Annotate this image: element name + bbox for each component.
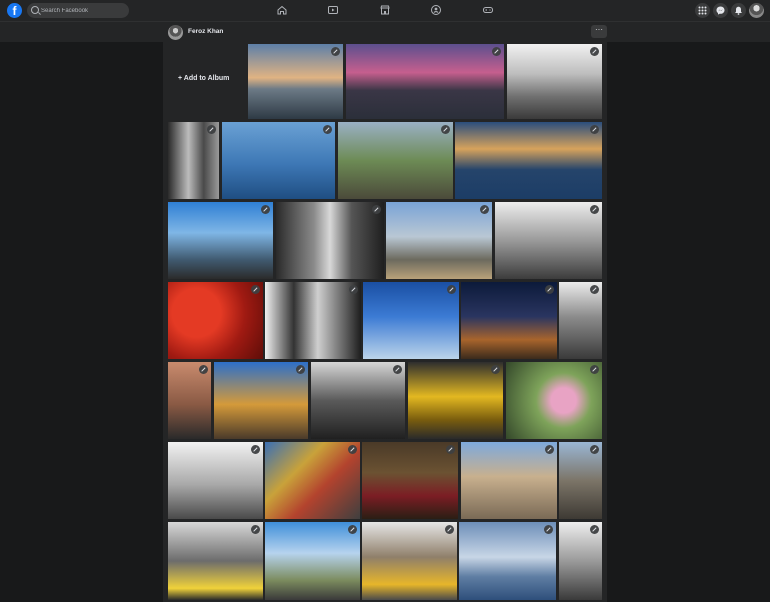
edit-photo-icon[interactable] [590, 205, 599, 214]
album-photo[interactable] [506, 362, 602, 439]
marketplace-icon[interactable] [379, 4, 391, 16]
album-photo[interactable] [265, 522, 360, 600]
album-photo[interactable] [459, 522, 556, 600]
album-photo[interactable] [408, 362, 503, 439]
edit-photo-icon[interactable] [590, 285, 599, 294]
edit-photo-icon[interactable] [545, 285, 554, 294]
album-photo[interactable] [168, 122, 219, 199]
edit-photo-icon[interactable] [480, 205, 489, 214]
profile-avatar[interactable] [168, 25, 183, 40]
album-photo[interactable] [495, 202, 602, 279]
album-photo[interactable] [338, 122, 453, 199]
profile-name[interactable]: Feroz Khan [188, 28, 223, 35]
album-photo[interactable] [168, 442, 263, 519]
edit-photo-icon[interactable] [393, 365, 402, 374]
edit-photo-icon[interactable] [331, 47, 340, 56]
album-photo[interactable] [507, 44, 602, 119]
album-photo[interactable] [362, 442, 458, 519]
notifications-icon [735, 6, 742, 15]
edit-photo-icon[interactable] [441, 125, 450, 134]
edit-photo-icon[interactable] [445, 525, 454, 534]
search-input[interactable] [41, 3, 125, 18]
album-photo[interactable] [214, 362, 308, 439]
account-avatar[interactable] [749, 3, 764, 18]
search-box[interactable] [27, 3, 129, 18]
edit-photo-icon[interactable] [447, 285, 456, 294]
album-photo[interactable] [461, 282, 557, 359]
album-photo[interactable] [222, 122, 335, 199]
album-photo[interactable] [168, 362, 211, 439]
menu-grid-icon [698, 6, 707, 15]
album-header-bar: Feroz Khan ··· [0, 22, 770, 42]
messenger-button[interactable] [713, 3, 728, 18]
edit-photo-icon[interactable] [323, 125, 332, 134]
home-icon[interactable] [276, 4, 288, 16]
album-photo[interactable] [362, 522, 457, 600]
more-options-button[interactable]: ··· [591, 25, 607, 38]
messenger-icon [716, 6, 725, 15]
album-photo[interactable] [559, 522, 602, 600]
edit-photo-icon[interactable] [348, 525, 357, 534]
edit-photo-icon[interactable] [261, 205, 270, 214]
album-photo[interactable] [455, 122, 602, 199]
album-photo[interactable] [168, 282, 263, 359]
facebook-logo[interactable]: f [7, 3, 22, 18]
edit-photo-icon[interactable] [590, 125, 599, 134]
menu-grid-button[interactable] [695, 3, 710, 18]
notifications-button[interactable] [731, 3, 746, 18]
album-photo[interactable] [559, 282, 602, 359]
album-photo[interactable] [363, 282, 459, 359]
edit-photo-icon[interactable] [545, 445, 554, 454]
album-photo[interactable] [265, 442, 360, 519]
groups-icon[interactable] [430, 4, 442, 16]
album-photo[interactable] [386, 202, 492, 279]
edit-photo-icon[interactable] [590, 445, 599, 454]
add-to-album-label[interactable]: + Add to Album [178, 75, 229, 82]
edit-photo-icon[interactable] [446, 445, 455, 454]
edit-photo-icon[interactable] [251, 525, 260, 534]
edit-photo-icon[interactable] [492, 47, 501, 56]
album-photo[interactable] [265, 282, 361, 359]
album-photo[interactable] [276, 202, 384, 279]
album-photo[interactable] [461, 442, 557, 519]
search-icon [31, 6, 39, 14]
edit-photo-icon[interactable] [544, 525, 553, 534]
edit-photo-icon[interactable] [491, 365, 500, 374]
edit-photo-icon[interactable] [251, 285, 260, 294]
edit-photo-icon[interactable] [349, 285, 358, 294]
album-photo[interactable] [346, 44, 504, 119]
edit-photo-icon[interactable] [590, 525, 599, 534]
edit-photo-icon[interactable] [590, 47, 599, 56]
edit-photo-icon[interactable] [348, 445, 357, 454]
album-photo[interactable] [168, 202, 273, 279]
gaming-icon[interactable] [482, 4, 494, 16]
top-navigation-bar: f [0, 0, 770, 22]
add-to-album-tile[interactable]: + Add to Album [167, 44, 247, 119]
album-photo[interactable] [168, 522, 263, 600]
edit-photo-icon[interactable] [372, 205, 381, 214]
album-photo[interactable] [311, 362, 405, 439]
album-photo[interactable] [559, 442, 602, 519]
edit-photo-icon[interactable] [296, 365, 305, 374]
edit-photo-icon[interactable] [199, 365, 208, 374]
album-photo[interactable] [248, 44, 343, 119]
edit-photo-icon[interactable] [251, 445, 260, 454]
edit-photo-icon[interactable] [207, 125, 216, 134]
edit-photo-icon[interactable] [590, 365, 599, 374]
watch-icon[interactable] [327, 4, 339, 16]
